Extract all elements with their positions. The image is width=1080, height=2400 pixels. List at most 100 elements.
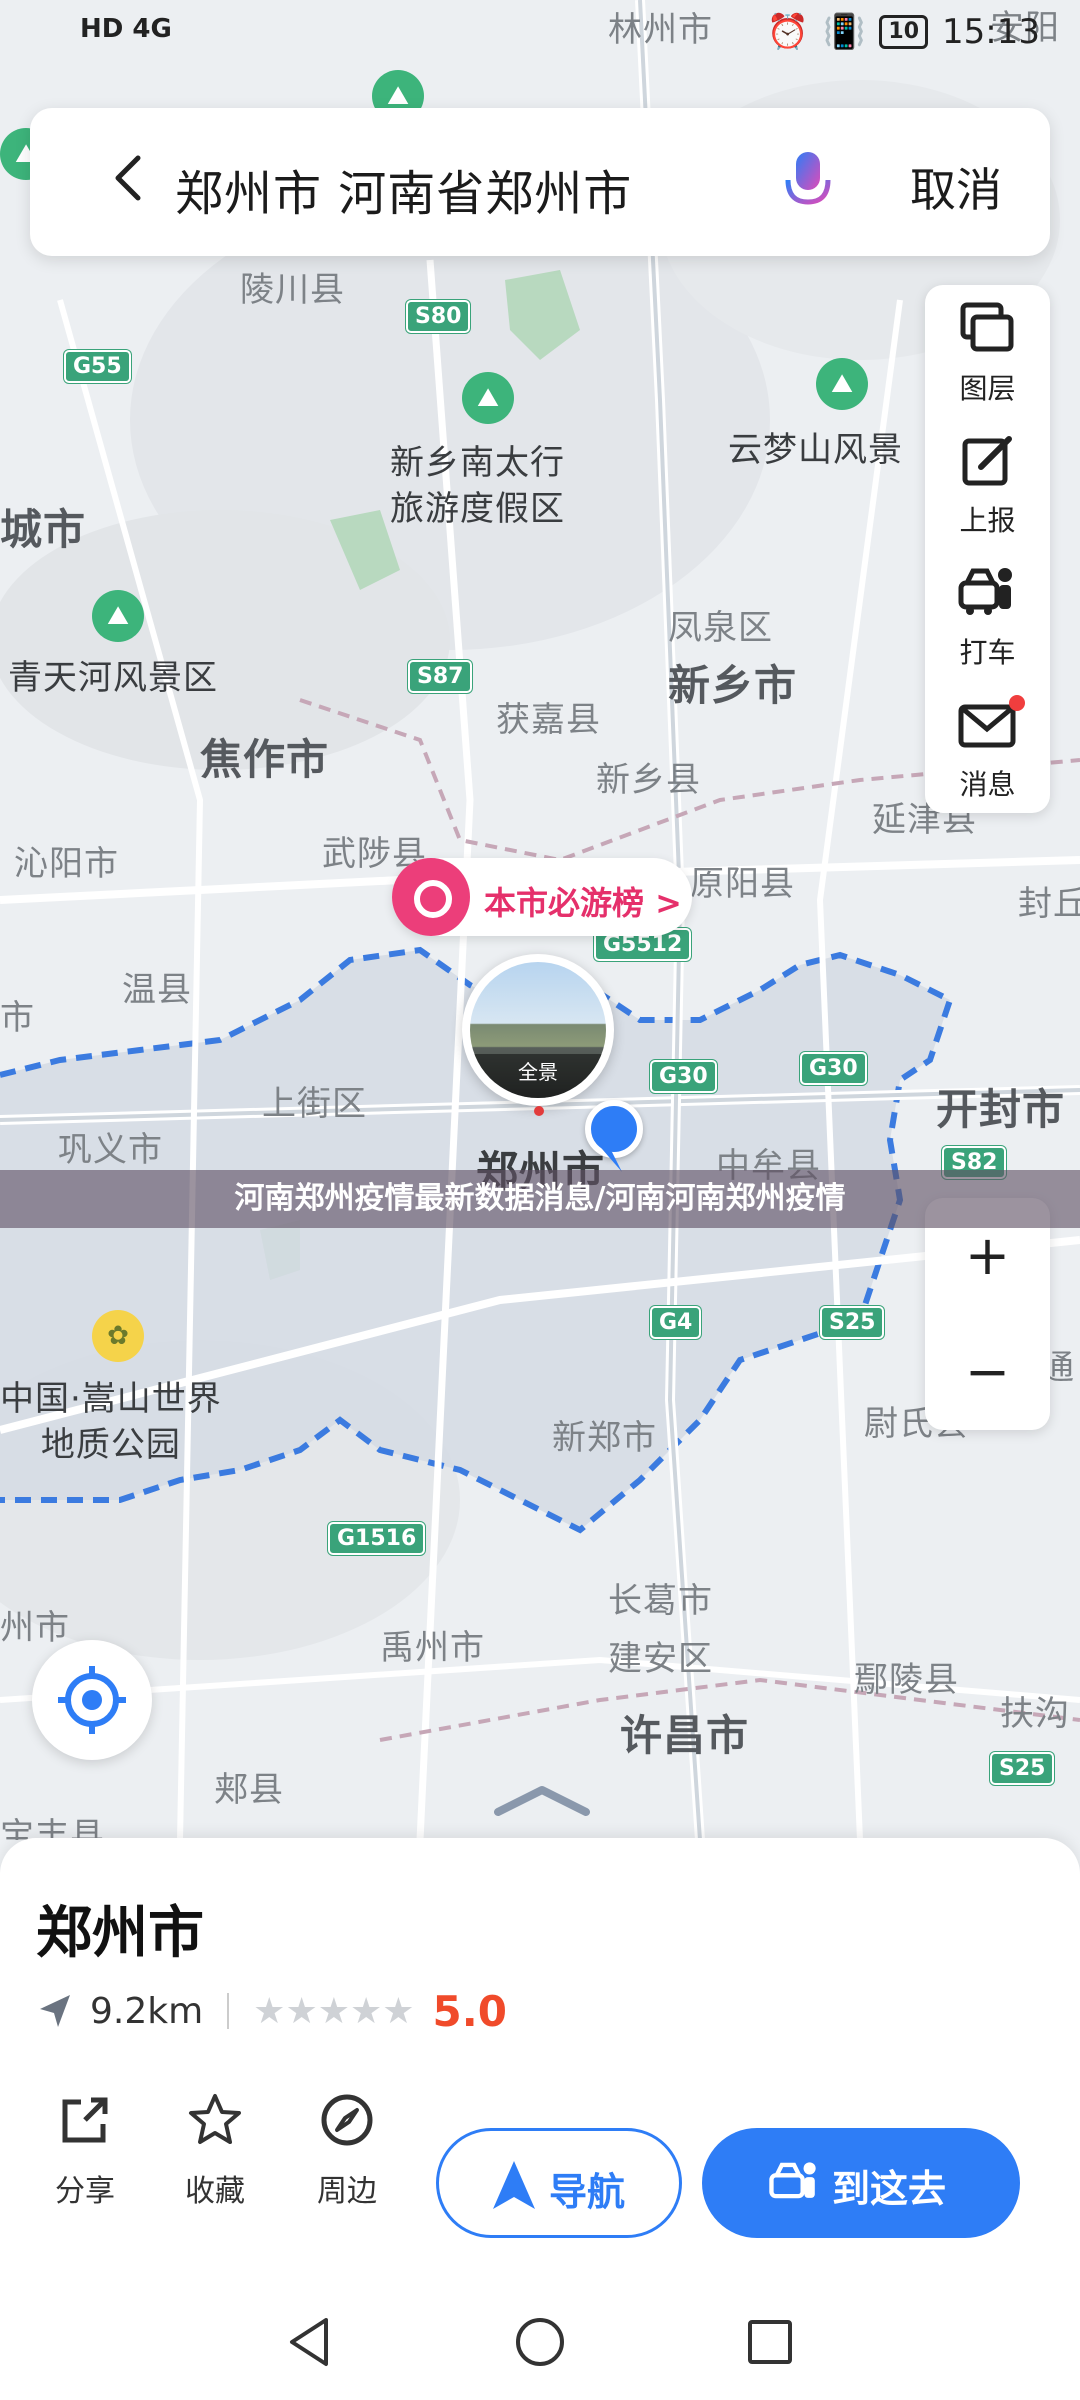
layers-label: 图层: [959, 372, 1016, 405]
status-bar: HD 4G ⏰ 📳 10 15:13: [0, 0, 1080, 70]
go-here-label: 到这去: [832, 2167, 947, 2211]
divider: [227, 1993, 230, 2029]
map-label: 市: [0, 998, 35, 1038]
map-label: 云梦山风景: [728, 430, 903, 470]
back-nav-icon[interactable]: [282, 2314, 338, 2370]
overlay-title-banner: 河南郑州疫情最新数据消息/河南河南郑州疫情: [0, 1170, 1080, 1228]
road-shield: G1516: [328, 1522, 426, 1555]
taxi-button[interactable]: 打车: [925, 549, 1050, 679]
home-nav-icon[interactable]: [512, 2314, 568, 2370]
road-shield: S80: [406, 300, 471, 333]
taxi-icon: [958, 568, 1012, 615]
scenic-poi-icon[interactable]: ⛰: [816, 358, 868, 410]
nearby-label: 周边: [317, 2174, 377, 2209]
map-label: 凤泉区: [668, 608, 773, 648]
rating-score: 5.0: [432, 1986, 507, 2036]
scenic-poi-icon[interactable]: ⛰: [462, 372, 514, 424]
clock: 15:13: [942, 12, 1040, 52]
expand-sheet-chevron-icon[interactable]: [492, 1780, 592, 1820]
road-shield: S25: [820, 1306, 885, 1339]
locate-me-button[interactable]: [32, 1640, 152, 1760]
layers-icon: [960, 302, 1014, 352]
signal-indicator: HD 4G: [80, 14, 172, 44]
map-label: 青天河风景区: [8, 658, 218, 698]
panorama-label: 全景: [470, 1054, 606, 1098]
panorama-thumbnail: 全景: [470, 962, 606, 1098]
map-label: 扶沟: [1000, 1694, 1070, 1734]
battery-indicator: 10: [879, 15, 929, 49]
vibrate-icon: 📳: [823, 12, 866, 52]
road-shield: G30: [650, 1060, 717, 1093]
map-label: 沁阳市: [14, 844, 119, 884]
favorite-button[interactable]: 收藏: [160, 2078, 270, 2209]
map-label: 封丘: [1018, 884, 1080, 924]
favorite-label: 收藏: [185, 2174, 245, 2209]
zoom-out-button[interactable]: −: [925, 1314, 1050, 1430]
report-label: 上报: [959, 504, 1016, 537]
messages-label: 消息: [959, 768, 1016, 801]
navigate-label: 导航: [549, 2170, 626, 2214]
voice-input-icon[interactable]: [780, 148, 836, 218]
road-shield: G4: [650, 1306, 702, 1339]
road-shield: S87: [408, 660, 473, 693]
share-button[interactable]: 分享: [30, 2078, 140, 2209]
search-bar[interactable]: 郑州市 河南省郑州市 取消: [30, 108, 1050, 256]
recents-nav-icon[interactable]: [742, 2314, 798, 2370]
place-name: 郑州市: [36, 1901, 204, 1966]
navigate-arrow-icon: [493, 2161, 535, 2209]
map-view[interactable]: ⛰ ⛰ ⛰ ⛰ ⛰ ✿ 林州市 安阳 陵川县 新乡南太行 旅游度假区 云梦山风景…: [0, 0, 1080, 1840]
compass-icon: [321, 2094, 373, 2146]
road-shield: G30: [800, 1052, 867, 1085]
star-icon: [189, 2094, 241, 2144]
report-icon: [962, 436, 1012, 486]
messages-button[interactable]: 消息: [925, 681, 1050, 811]
map-label: 鄢陵县: [854, 1660, 959, 1700]
place-meta: 9.2km ★★★★★ 5.0: [36, 1986, 507, 2036]
map-label: 许昌市: [620, 1711, 750, 1760]
map-label: 原阳县: [690, 864, 795, 904]
map-label: 郏县: [214, 1770, 284, 1810]
map-label: 上街区: [262, 1084, 367, 1124]
map-label: 禹州市: [380, 1628, 485, 1668]
map-label: 新乡县: [596, 760, 701, 800]
map-label: 新乡南太行 旅游度假区: [390, 443, 565, 529]
navigate-button[interactable]: 导航: [436, 2128, 682, 2238]
search-query[interactable]: 郑州市 河南省郑州市: [175, 154, 632, 224]
taxi-icon: [769, 2162, 816, 2199]
direction-arrow-icon: [40, 1995, 70, 2027]
system-navigation-bar: [0, 2290, 1080, 2400]
locate-icon: [58, 1666, 126, 1734]
go-here-button[interactable]: 到这去: [702, 2128, 1020, 2238]
map-label: 温县: [122, 970, 192, 1010]
distance: 9.2km: [90, 1990, 204, 2032]
unread-badge: [1009, 695, 1025, 711]
must-visit-icon: [392, 858, 470, 936]
message-icon: [958, 704, 1016, 748]
map-label: 新郑市: [552, 1418, 657, 1458]
back-arrow-icon[interactable]: [100, 148, 160, 208]
taxi-label: 打车: [959, 636, 1016, 669]
map-label: 焦作市: [200, 735, 330, 784]
must-visit-list-button[interactable]: 本市必游榜 >: [392, 858, 692, 936]
map-label: 长葛市 建安区: [608, 1581, 713, 1679]
map-label: 中国·嵩山世界 地质公园: [0, 1379, 222, 1465]
flower-poi-icon[interactable]: ✿: [92, 1310, 144, 1362]
report-button[interactable]: 上报: [925, 417, 1050, 547]
place-pin: [534, 1106, 544, 1116]
rating-stars: ★★★★★: [253, 1990, 415, 2032]
layers-button[interactable]: 图层: [925, 285, 1050, 415]
panorama-marker[interactable]: 全景: [462, 954, 614, 1106]
alarm-icon: ⏰: [766, 12, 810, 52]
road-shield: G55: [64, 350, 131, 383]
nearby-button[interactable]: 周边: [292, 2078, 402, 2209]
map-label: 陵川县: [240, 270, 345, 310]
map-label: 开封市: [936, 1085, 1066, 1134]
scenic-poi-icon[interactable]: ⛰: [92, 590, 144, 642]
map-label: 城市: [0, 505, 87, 554]
road-shield: S25: [990, 1752, 1055, 1785]
cancel-button[interactable]: 取消: [910, 154, 1002, 220]
map-label: 巩义市: [58, 1130, 163, 1170]
zoom-controls: + −: [925, 1198, 1050, 1430]
must-visit-label: 本市必游榜 >: [484, 884, 682, 922]
map-label: 宝丰县: [0, 1816, 105, 1840]
